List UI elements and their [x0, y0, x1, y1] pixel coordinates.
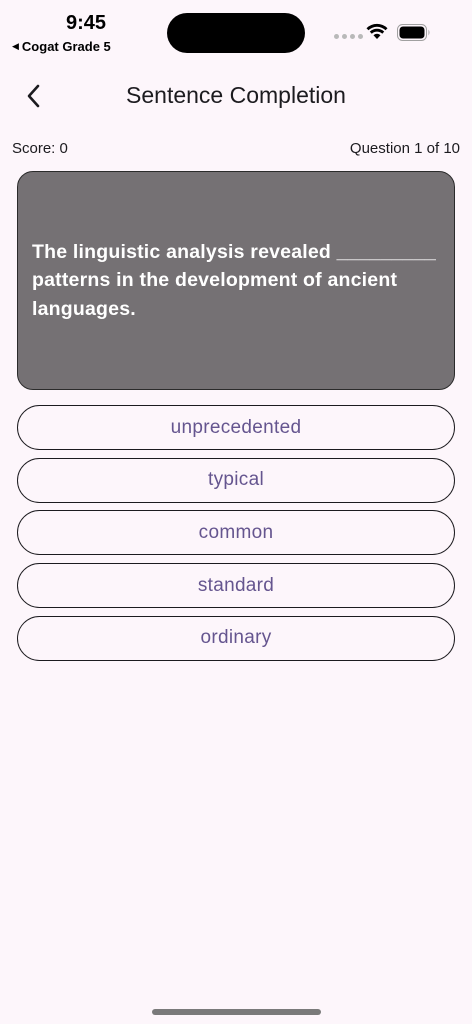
- battery-icon: [397, 24, 430, 41]
- page-title: Sentence Completion: [126, 82, 346, 108]
- option-button[interactable]: unprecedented: [17, 405, 455, 450]
- option-button[interactable]: standard: [17, 563, 455, 609]
- home-indicator[interactable]: [152, 1009, 321, 1015]
- question-card: The linguistic analysis revealed _______…: [17, 171, 455, 390]
- status-time: 9:45: [66, 12, 107, 34]
- option-button[interactable]: typical: [17, 457, 455, 503]
- signal-icon: [334, 34, 363, 39]
- score-label: Score: 0: [12, 140, 68, 157]
- answer-options: unprecedented typical common standard or…: [17, 405, 455, 668]
- back-to-app-link[interactable]: ◀ Cogat Grade 5: [12, 39, 111, 54]
- wifi-icon: [366, 23, 388, 39]
- back-triangle-icon: ◀: [12, 41, 19, 51]
- back-app-label: Cogat Grade 5: [21, 39, 111, 54]
- question-text: The linguistic analysis revealed _______…: [32, 240, 437, 320]
- dynamic-island: [167, 13, 305, 53]
- option-button[interactable]: ordinary: [17, 615, 455, 661]
- screen: 9:45 ◀ Cogat Grade 5 Sentence Completion…: [0, 0, 472, 1024]
- option-button[interactable]: common: [17, 510, 455, 556]
- question-counter: Question 1 of 10: [349, 140, 460, 157]
